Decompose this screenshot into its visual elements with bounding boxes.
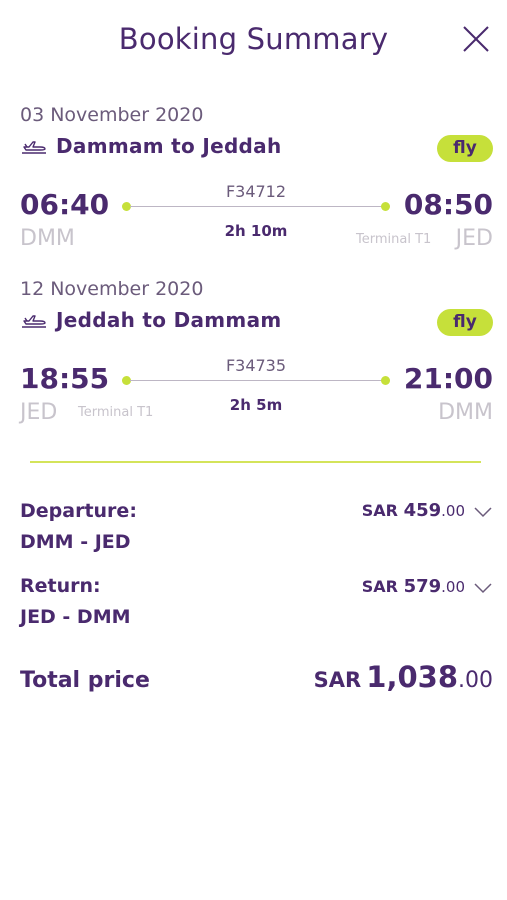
section-divider	[30, 461, 481, 463]
plane-departure-icon	[22, 141, 46, 154]
departure-terminal: Terminal T1	[78, 405, 154, 420]
price-decimals: .00	[458, 668, 493, 693]
total-price-row: Total price SAR 1,038.00	[0, 660, 507, 700]
currency: SAR	[361, 501, 398, 520]
price-amount: 459	[403, 500, 442, 521]
airline-badge: fly	[437, 309, 493, 336]
price-decimals: .00	[441, 502, 465, 520]
departure-route: DMM - JED	[20, 531, 131, 553]
route-end-dot	[381, 376, 390, 385]
chevron-down-icon[interactable]	[473, 506, 493, 518]
airline-badge: fly	[437, 135, 493, 162]
price-amount: 1,038	[366, 660, 458, 694]
close-icon[interactable]	[461, 24, 491, 54]
departure-price: SAR 459.00	[362, 500, 465, 521]
route-line	[130, 206, 382, 207]
route-label: Dammam to Jeddah	[56, 134, 282, 158]
plane-departure-icon	[22, 315, 46, 328]
total-label: Total price	[20, 668, 150, 693]
flight-duration: 2h 5m	[229, 396, 283, 414]
chevron-down-icon[interactable]	[473, 582, 493, 594]
arrival-airport-code: JED	[455, 226, 493, 251]
route-label: Jeddah to Dammam	[56, 308, 282, 332]
price-amount: 579	[403, 576, 442, 597]
return-route: JED - DMM	[20, 606, 131, 628]
departure-label: Departure:	[20, 500, 137, 522]
arrival-terminal: Terminal T1	[356, 232, 432, 247]
currency: SAR	[361, 577, 398, 596]
flight-date: 03 November 2020	[20, 104, 204, 126]
arrival-airport-code: DMM	[438, 400, 493, 425]
departure-time: 06:40	[20, 188, 110, 221]
return-label: Return:	[20, 575, 101, 597]
arrival-time: 08:50	[403, 188, 493, 221]
departure-airport-code: JED	[20, 400, 58, 425]
departure-time: 18:55	[20, 362, 110, 395]
arrival-time: 21:00	[403, 362, 493, 395]
flight-date: 12 November 2020	[20, 278, 204, 300]
currency: SAR	[313, 668, 362, 692]
flight-number: F34735	[225, 356, 287, 375]
flight-route: Jeddah to Dammam	[20, 308, 282, 332]
flight-number: F34712	[225, 182, 287, 201]
departure-airport-code: DMM	[20, 226, 75, 251]
flight-duration: 2h 10m	[224, 222, 288, 240]
price-decimals: .00	[441, 578, 465, 596]
page-title: Booking Summary	[118, 22, 389, 56]
header: Booking Summary	[0, 0, 507, 80]
total-price: SAR 1,038.00	[314, 660, 493, 694]
flight-route: Dammam to Jeddah	[20, 134, 282, 158]
route-end-dot	[381, 202, 390, 211]
return-price: SAR 579.00	[362, 576, 465, 597]
route-line	[130, 380, 382, 381]
